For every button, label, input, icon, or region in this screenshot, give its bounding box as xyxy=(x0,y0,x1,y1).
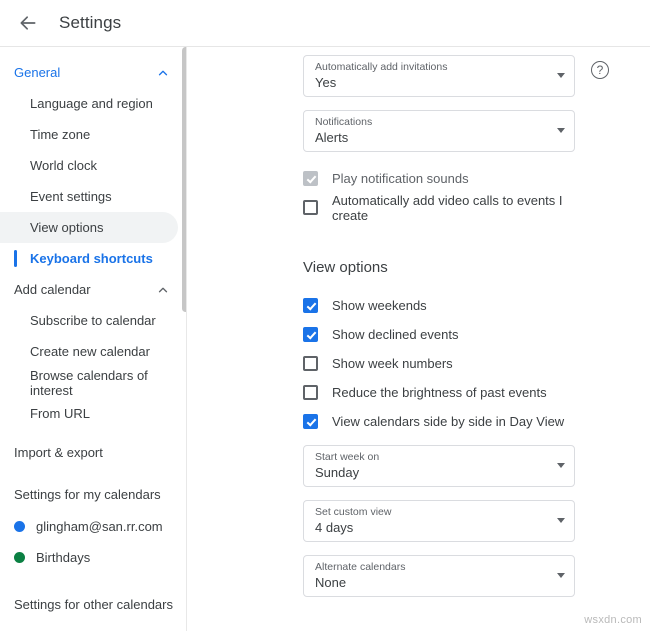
show-weekends-checkbox[interactable] xyxy=(303,298,318,313)
arrow-left-icon xyxy=(18,13,38,33)
field-label: Alternate calendars xyxy=(315,561,406,573)
sidebar-section-add-calendar[interactable]: Add calendar xyxy=(0,274,186,305)
play-notification-sounds-row[interactable]: Play notification sounds xyxy=(303,165,593,192)
show-week-numbers-label: Show week numbers xyxy=(332,356,453,371)
field-label: Automatically add invitations xyxy=(315,61,448,73)
field-value: Alerts xyxy=(315,130,349,145)
sidebar-item-label: Create new calendar xyxy=(30,344,150,359)
show-week-numbers-row[interactable]: Show week numbers xyxy=(303,350,593,377)
settings-content: Automatically add invitations Yes Notifi… xyxy=(186,47,650,631)
sidebar-item-label: Time zone xyxy=(30,127,91,142)
sidebar-heading-other-calendars: Settings for other calendars xyxy=(14,596,173,612)
reduce-brightness-checkbox[interactable] xyxy=(303,385,318,400)
sidebar-item-view-options[interactable]: View options xyxy=(0,212,178,243)
side-by-side-day-view-row[interactable]: View calendars side by side in Day View xyxy=(303,408,593,435)
show-declined-events-checkbox[interactable] xyxy=(303,327,318,342)
chevron-down-icon xyxy=(557,573,565,578)
sidebar-calendar-glingham[interactable]: glingham@san.rr.com xyxy=(0,511,186,542)
alternate-calendars-select[interactable]: Alternate calendars None xyxy=(303,555,575,597)
sidebar-item-label: Language and region xyxy=(30,96,153,111)
sidebar-calendar-birthdays[interactable]: Birthdays xyxy=(0,542,186,573)
sidebar-item-label: View options xyxy=(30,220,104,235)
set-custom-view-select[interactable]: Set custom view 4 days xyxy=(303,500,575,542)
sidebar-item-label: Subscribe to calendar xyxy=(30,313,156,328)
sidebar-item-label: Event settings xyxy=(30,189,112,204)
show-declined-events-row[interactable]: Show declined events xyxy=(303,321,593,348)
auto-add-video-calls-label: Automatically add video calls to events … xyxy=(332,192,563,223)
sidebar-section-general-label: General xyxy=(14,65,61,80)
sidebar-item-time-zone[interactable]: Time zone xyxy=(0,119,186,150)
auto-add-video-calls-checkbox[interactable] xyxy=(303,200,318,215)
watermark: wsxdn.com xyxy=(584,614,642,626)
field-label: Set custom view xyxy=(315,506,392,518)
notifications-select[interactable]: Notifications Alerts xyxy=(303,110,575,152)
sidebar-item-label: World clock xyxy=(30,158,97,173)
field-value: Yes xyxy=(315,75,337,90)
sidebar-item-label: Import & export xyxy=(14,444,103,460)
sidebar-item-event-settings[interactable]: Event settings xyxy=(0,181,186,212)
view-options-title: View options xyxy=(303,259,388,276)
field-label: Notifications xyxy=(315,116,373,128)
sidebar-calendar-label: glingham@san.rr.com xyxy=(36,519,163,534)
start-week-on-select[interactable]: Start week on Sunday xyxy=(303,445,575,487)
sidebar-calendar-holidays-in-united-states[interactable]: Holidays in United States xyxy=(0,621,186,631)
calendar-color-dot xyxy=(14,521,25,532)
sidebar-item-from-url[interactable]: From URL xyxy=(0,398,186,429)
chevron-up-icon xyxy=(154,281,172,299)
sidebar-item-browse-calendars-of-interest[interactable]: Browse calendars of interest xyxy=(0,367,186,398)
reduce-brightness-label: Reduce the brightness of past events xyxy=(332,385,547,400)
show-declined-events-label: Show declined events xyxy=(332,327,459,342)
sidebar-item-create-new-calendar[interactable]: Create new calendar xyxy=(0,336,186,367)
chevron-down-icon xyxy=(557,518,565,523)
settings-content-inner: Automatically add invitations Yes Notifi… xyxy=(303,47,593,631)
settings-sidebar: General Language and region Time zone Wo… xyxy=(0,47,186,631)
page-title: Settings xyxy=(59,13,122,32)
sidebar-item-import-export[interactable]: Import & export xyxy=(0,435,186,469)
sidebar-section-general[interactable]: General xyxy=(0,57,186,88)
show-weekends-row[interactable]: Show weekends xyxy=(303,292,593,319)
chevron-down-icon xyxy=(557,463,565,468)
field-value: Sunday xyxy=(315,465,360,480)
help-circle-icon[interactable]: ? xyxy=(591,61,609,79)
chevron-down-icon xyxy=(557,73,565,78)
auto-add-video-calls-row[interactable]: Automatically add video calls to events … xyxy=(303,192,593,223)
calendar-color-dot xyxy=(14,552,25,563)
reduce-brightness-row[interactable]: Reduce the brightness of past events xyxy=(303,379,593,406)
play-notification-sounds-label: Play notification sounds xyxy=(332,171,469,186)
sidebar-item-world-clock[interactable]: World clock xyxy=(0,150,186,181)
chevron-down-icon xyxy=(557,128,565,133)
sidebar-item-language-and-region[interactable]: Language and region xyxy=(0,88,186,119)
sidebar-item-label: From URL xyxy=(30,406,90,421)
sidebar-item-keyboard-shortcuts[interactable]: Keyboard shortcuts xyxy=(0,243,186,274)
side-by-side-day-view-label: View calendars side by side in Day View xyxy=(332,414,565,429)
field-value: None xyxy=(315,575,347,590)
sidebar-heading-my-calendars: Settings for my calendars xyxy=(14,486,161,502)
show-week-numbers-checkbox[interactable] xyxy=(303,356,318,371)
sidebar-item-subscribe-to-calendar[interactable]: Subscribe to calendar xyxy=(0,305,186,336)
settings-body: General Language and region Time zone Wo… xyxy=(0,47,650,631)
show-weekends-label: Show weekends xyxy=(332,298,427,313)
play-notification-sounds-checkbox[interactable] xyxy=(303,171,318,186)
field-value: 4 days xyxy=(315,520,354,535)
side-by-side-day-view-checkbox[interactable] xyxy=(303,414,318,429)
sidebar-calendar-label: Birthdays xyxy=(36,550,91,565)
automatically-add-invitations-select[interactable]: Automatically add invitations Yes xyxy=(303,55,575,97)
settings-header: Settings xyxy=(0,0,650,47)
sidebar-item-label: Browse calendars of interest xyxy=(30,367,148,398)
sidebar-section-add-calendar-label: Add calendar xyxy=(14,282,91,297)
sidebar-item-label: Keyboard shortcuts xyxy=(30,251,153,266)
back-button[interactable] xyxy=(10,5,46,41)
chevron-up-icon xyxy=(154,64,172,82)
field-label: Start week on xyxy=(315,451,380,463)
